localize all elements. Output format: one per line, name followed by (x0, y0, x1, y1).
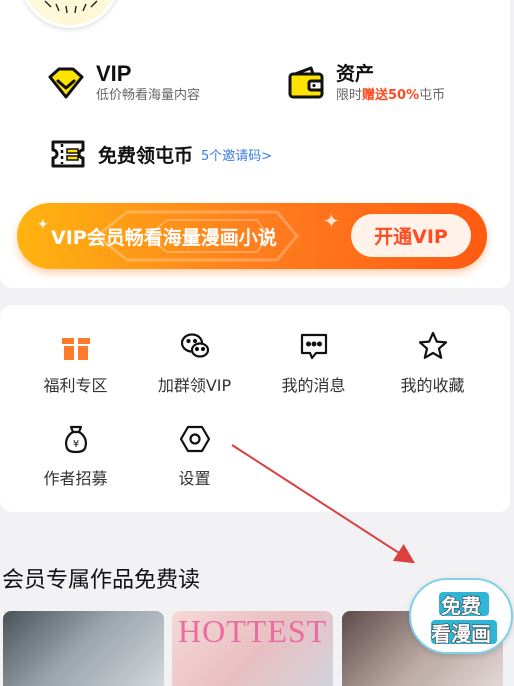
free-comic-float-button[interactable]: 免费 看漫画 (409, 578, 513, 654)
float-line1: 免费 (441, 594, 482, 619)
float-line2: 看漫画 (431, 622, 492, 647)
